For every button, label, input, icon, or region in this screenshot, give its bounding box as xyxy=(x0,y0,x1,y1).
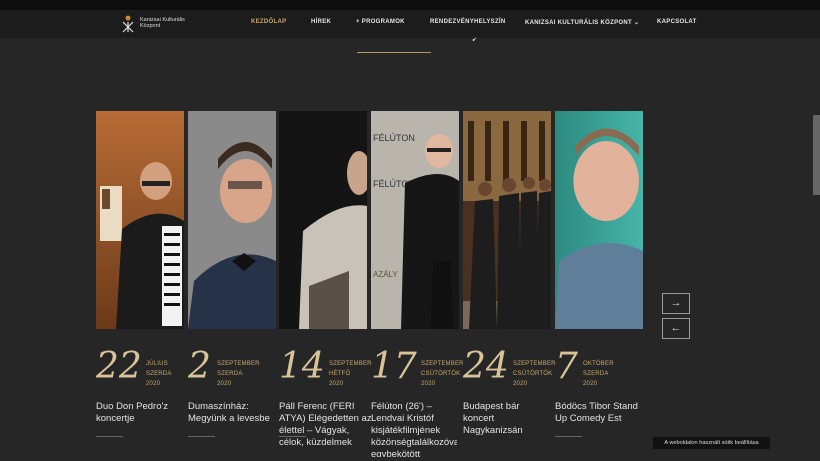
photo-accordion-player xyxy=(96,111,184,329)
event-divider xyxy=(555,436,582,437)
logo-icon xyxy=(122,15,134,33)
event-weekday: SZERDA xyxy=(583,371,609,377)
event-month: SZEPTEMBER xyxy=(513,361,556,367)
chevron-down-icon: ⌄ xyxy=(633,20,640,26)
event-date-meta: OKTÓBER SZERDA 2020 xyxy=(583,359,614,389)
event-day: 22 xyxy=(96,346,142,387)
event-day: 14 xyxy=(279,346,325,387)
event-title[interactable]: Dumaszínház: Megyünk a levesbe xyxy=(188,401,283,425)
event-title[interactable]: Bódöcs Tibor Stand Up Comedy Est xyxy=(555,401,643,425)
nav-item-contact[interactable]: KAPCSOLAT xyxy=(657,19,697,25)
event-month: SZEPTEMBER xyxy=(217,361,260,367)
event-photo-5[interactable] xyxy=(463,111,551,329)
site-logo[interactable]: Kanizsai Kulturális Központ xyxy=(120,15,200,33)
event-date-meta: SZEPTEMBER HÉTFŐ 2020 xyxy=(329,359,372,389)
title-divider xyxy=(357,52,431,53)
event-year: 2020 xyxy=(513,381,528,387)
event-weekday: HÉTFŐ xyxy=(329,371,351,377)
event-photo-3[interactable] xyxy=(279,111,367,329)
event-year: 2020 xyxy=(329,381,344,387)
page-scrollbar[interactable] xyxy=(813,115,820,195)
event-date-meta: JÚLIUS SZERDA 2020 xyxy=(146,359,172,389)
carousel-next-button[interactable]: → xyxy=(662,293,690,314)
nav-item-news[interactable]: HÍREK xyxy=(311,19,331,25)
svg-text:AZÁLY: AZÁLY xyxy=(373,270,398,279)
logo-text: Kanizsai Kulturális Központ xyxy=(140,17,185,29)
nav-item-center-label: KANIZSAI KULTURÁLIS KÖZPONT xyxy=(525,20,632,26)
event-title[interactable]: Páll Ferenc (FERI ATYA) Elégedetten az é… xyxy=(279,401,374,449)
event-divider xyxy=(188,436,215,437)
event-month: SZEPTEMBER xyxy=(329,361,372,367)
event-date-meta: SZEPTEMBER CSÜTÖRTÖK 2020 xyxy=(421,359,464,389)
event-weekday: CSÜTÖRTÖK xyxy=(421,371,461,377)
event-month: OKTÓBER xyxy=(583,361,614,367)
event-date-meta: SZEPTEMBER CSÜTÖRTÖK 2020 xyxy=(513,359,556,389)
carousel-prev-button[interactable]: ← xyxy=(662,318,690,339)
event-month: SZEPTEMBER xyxy=(421,361,464,367)
event-year: 2020 xyxy=(146,381,161,387)
photo-comedian xyxy=(188,111,276,329)
event-photo-6[interactable] xyxy=(555,111,643,329)
photo-filmmaker: FÉLÚTON FÉLÚTON AZÁLY xyxy=(371,111,459,329)
event-divider xyxy=(96,436,123,437)
photo-standup-comedian xyxy=(555,111,643,329)
event-photo-1[interactable] xyxy=(96,111,184,329)
photo-band xyxy=(463,111,551,329)
event-day: 2 xyxy=(188,346,211,387)
arrow-left-icon: ← xyxy=(670,322,682,334)
event-weekday: SZERDA xyxy=(146,371,172,377)
nav-item-center[interactable]: KANIZSAI KULTURÁLIS KÖZPONT ⌄ xyxy=(525,19,639,26)
nav-item-venues[interactable]: RENDEZVÉNYHELYSZÍN xyxy=(430,19,506,25)
event-day: 17 xyxy=(371,346,417,387)
event-title[interactable]: Budapest bár koncert Nagykanizsán xyxy=(463,401,533,437)
event-year: 2020 xyxy=(421,381,436,387)
event-photo-4[interactable]: FÉLÚTON FÉLÚTON AZÁLY xyxy=(371,111,459,329)
event-weekday: SZERDA xyxy=(217,371,243,377)
nav-item-programs[interactable]: + PROGRAMOK xyxy=(356,19,405,25)
event-day: 24 xyxy=(463,346,509,387)
logo-line2: Központ xyxy=(140,23,161,29)
nav-item-home[interactable]: KEZDŐLAP xyxy=(251,19,286,25)
event-date-meta: SZEPTEMBER SZERDA 2020 xyxy=(217,359,260,389)
top-band xyxy=(0,0,820,10)
svg-text:FÉLÚTON: FÉLÚTON xyxy=(373,133,415,143)
event-weekday: CSÜTÖRTÖK xyxy=(513,371,553,377)
photo-priest xyxy=(279,111,367,329)
cookie-settings-button[interactable]: A weboldalon használt sütik beállítása xyxy=(653,437,770,449)
event-title[interactable]: Félúton (26') – Lendvai Kristóf kisjáték… xyxy=(371,401,457,457)
arrow-right-icon: → xyxy=(670,297,682,309)
mouse-cursor-icon: ➹ xyxy=(472,37,478,43)
event-photo-2[interactable] xyxy=(188,111,276,329)
event-year: 2020 xyxy=(583,381,598,387)
event-day: 7 xyxy=(555,346,578,387)
event-title[interactable]: Duo Don Pedro'z koncertje xyxy=(96,401,191,425)
event-year: 2020 xyxy=(217,381,232,387)
event-month: JÚLIUS xyxy=(146,361,168,367)
event-divider xyxy=(279,436,306,437)
